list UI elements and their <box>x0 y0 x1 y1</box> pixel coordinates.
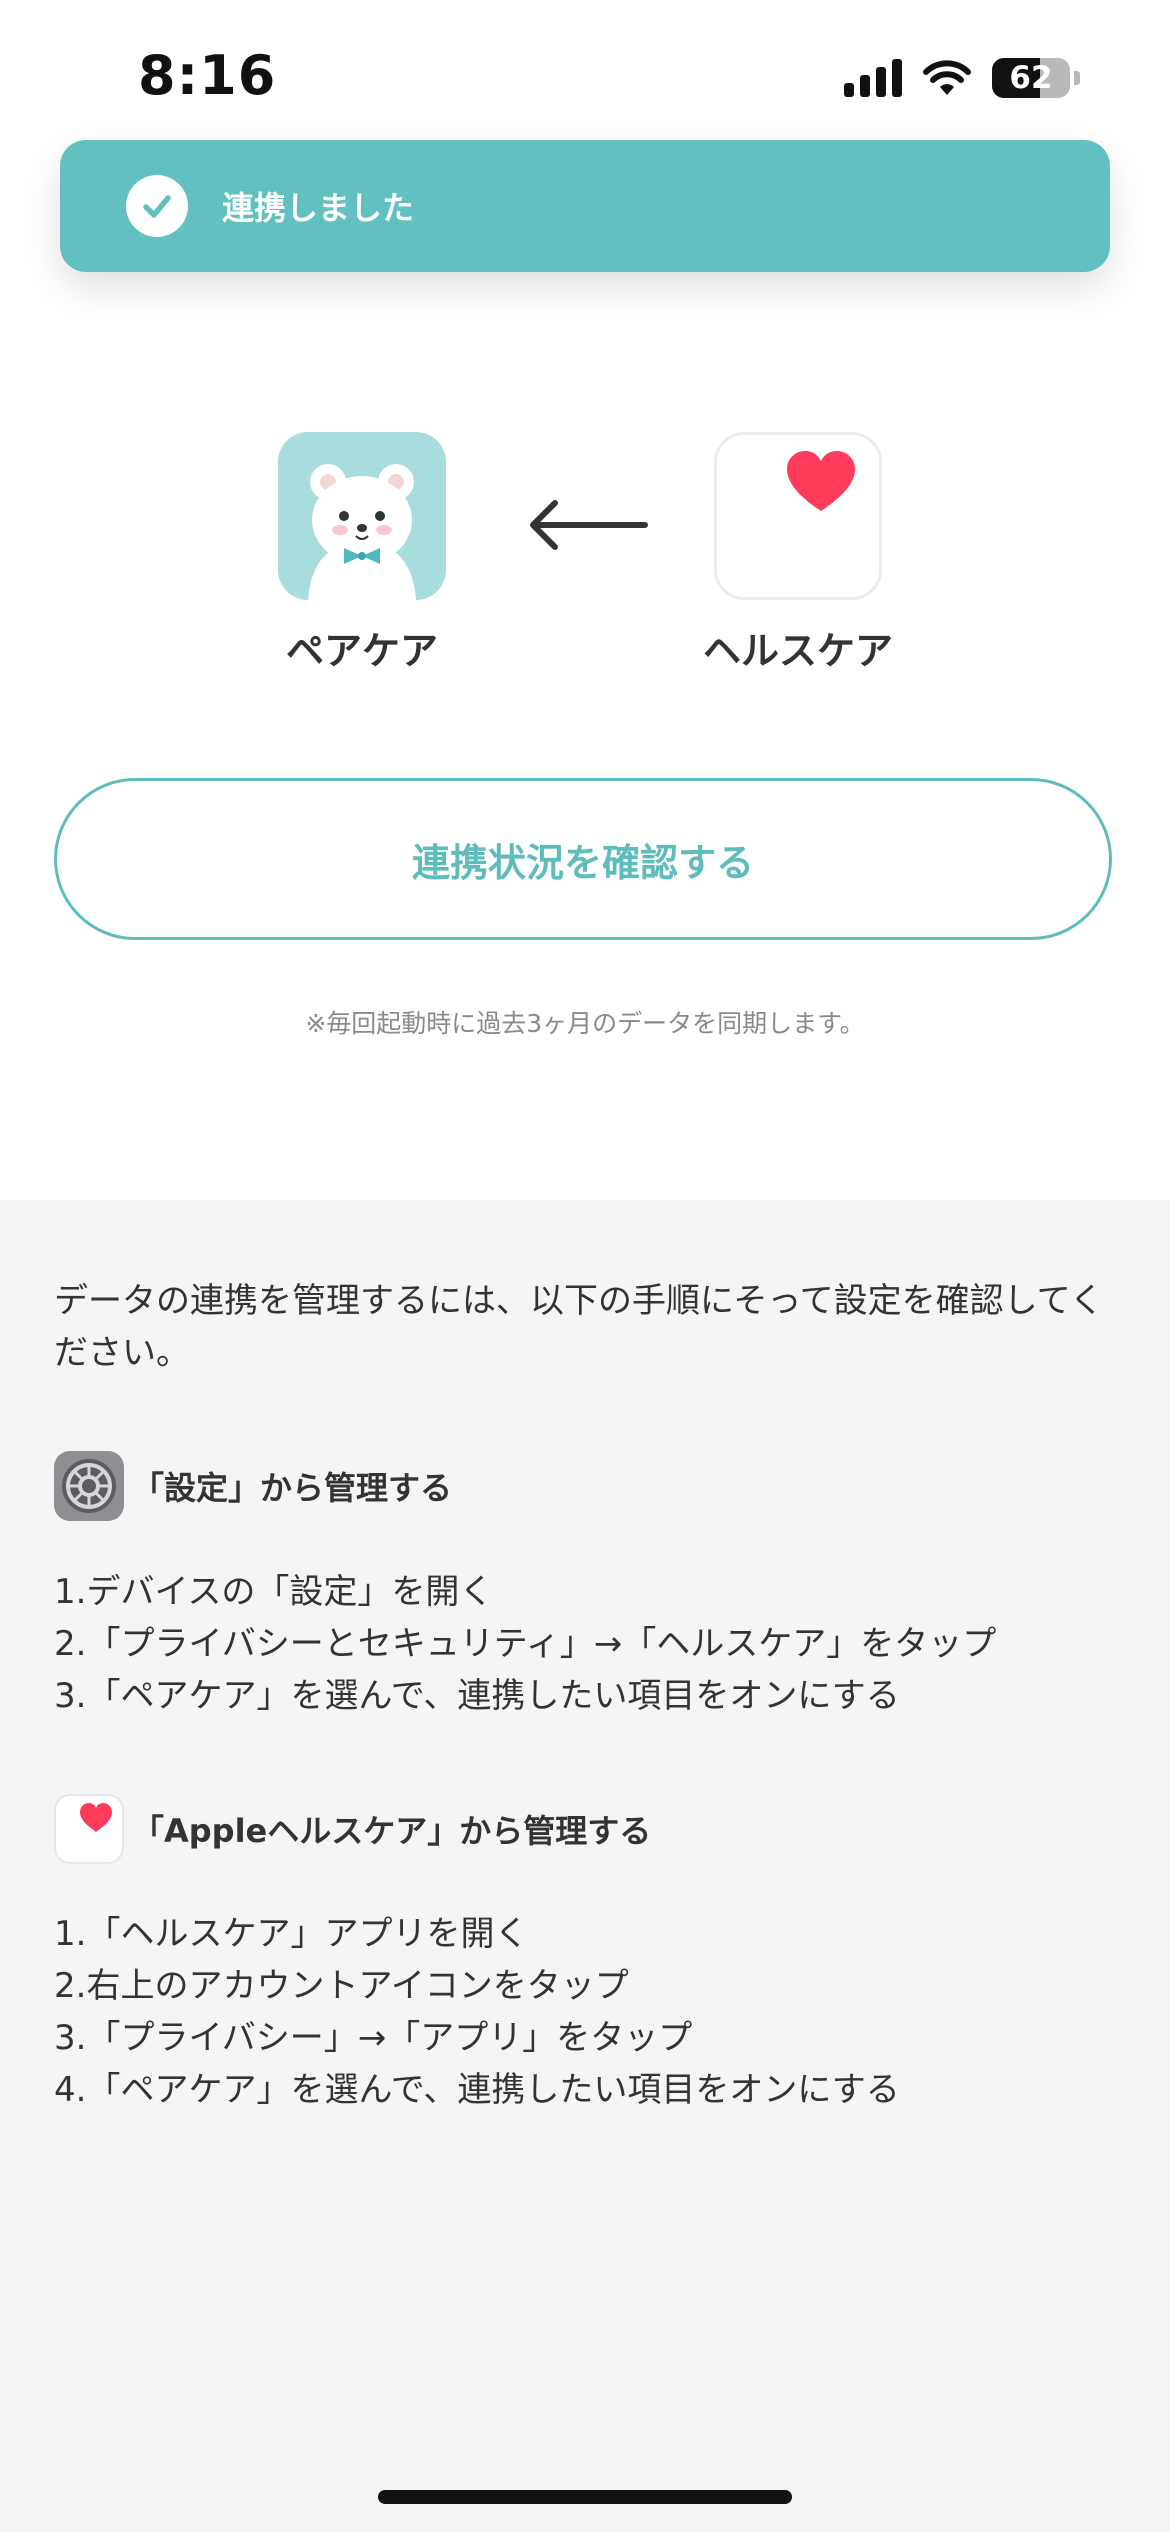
settings-gear-icon <box>54 1451 124 1521</box>
target-app-name: ヘルスケア <box>702 629 893 673</box>
instructions-panel <box>0 1200 1170 2532</box>
step-item: 2.「プライバシーとセキュリティ」→「ヘルスケア」をタップ <box>54 1624 997 1664</box>
health-section-title: 「Appleヘルスケア」から管理する <box>132 1812 652 1850</box>
cellular-signal-icon <box>844 59 902 97</box>
health-steps: 1.「ヘルスケア」アプリを開く 2.右上のアカウントアイコンをタップ 3.「プラ… <box>54 1908 1134 2116</box>
sync-note: ※毎回起動時に過去3ヶ月のデータを同期します。 <box>305 1009 865 1038</box>
toast-message: 連携しました <box>222 189 415 227</box>
source-app-name: ペアケア <box>285 629 438 673</box>
wifi-icon <box>923 60 971 95</box>
instructions-intro: データの連携を管理するには、以下の手順にそって設定を確認してください。 <box>54 1281 1104 1373</box>
battery-percent: 62 <box>1009 60 1053 96</box>
success-toast: 連携しました <box>60 140 1110 272</box>
settings-steps: 1.デバイスの「設定」を開く 2.「プライバシーとセキュリティ」→「ヘルスケア」… <box>54 1566 1134 1722</box>
step-item: 3.「プライバシー」→「アプリ」をタップ <box>54 2018 693 2058</box>
status-icons: 62 <box>844 52 1080 104</box>
health-heart-icon <box>54 1794 124 1864</box>
arrow-left-icon <box>530 500 648 550</box>
bear-app-icon <box>278 432 446 600</box>
check-icon <box>126 175 188 237</box>
step-item: 1.「ヘルスケア」アプリを開く <box>54 1914 529 1954</box>
battery-icon: 62 <box>992 58 1070 98</box>
health-section-header: 「Appleヘルスケア」から管理する <box>54 1794 651 1864</box>
target-app: ヘルスケア <box>648 432 948 675</box>
home-indicator[interactable] <box>378 2490 792 2504</box>
step-item: 1.デバイスの「設定」を開く <box>54 1572 494 1612</box>
status-time: 8:16 <box>138 44 277 107</box>
battery-tip <box>1074 71 1080 85</box>
settings-section-title: 「設定」から管理する <box>132 1469 453 1507</box>
step-item: 3.「ペアケア」を選んで、連携したい項目をオンにする <box>54 1676 900 1716</box>
heart-app-icon <box>714 432 882 600</box>
settings-section-header: 「設定」から管理する <box>54 1451 452 1521</box>
check-link-status-button[interactable]: 連携状況を確認する <box>54 778 1112 940</box>
source-app: ペアケア <box>212 432 512 675</box>
step-item: 4.「ペアケア」を選んで、連携したい項目をオンにする <box>54 2070 900 2110</box>
step-item: 2.右上のアカウントアイコンをタップ <box>54 1966 629 2006</box>
